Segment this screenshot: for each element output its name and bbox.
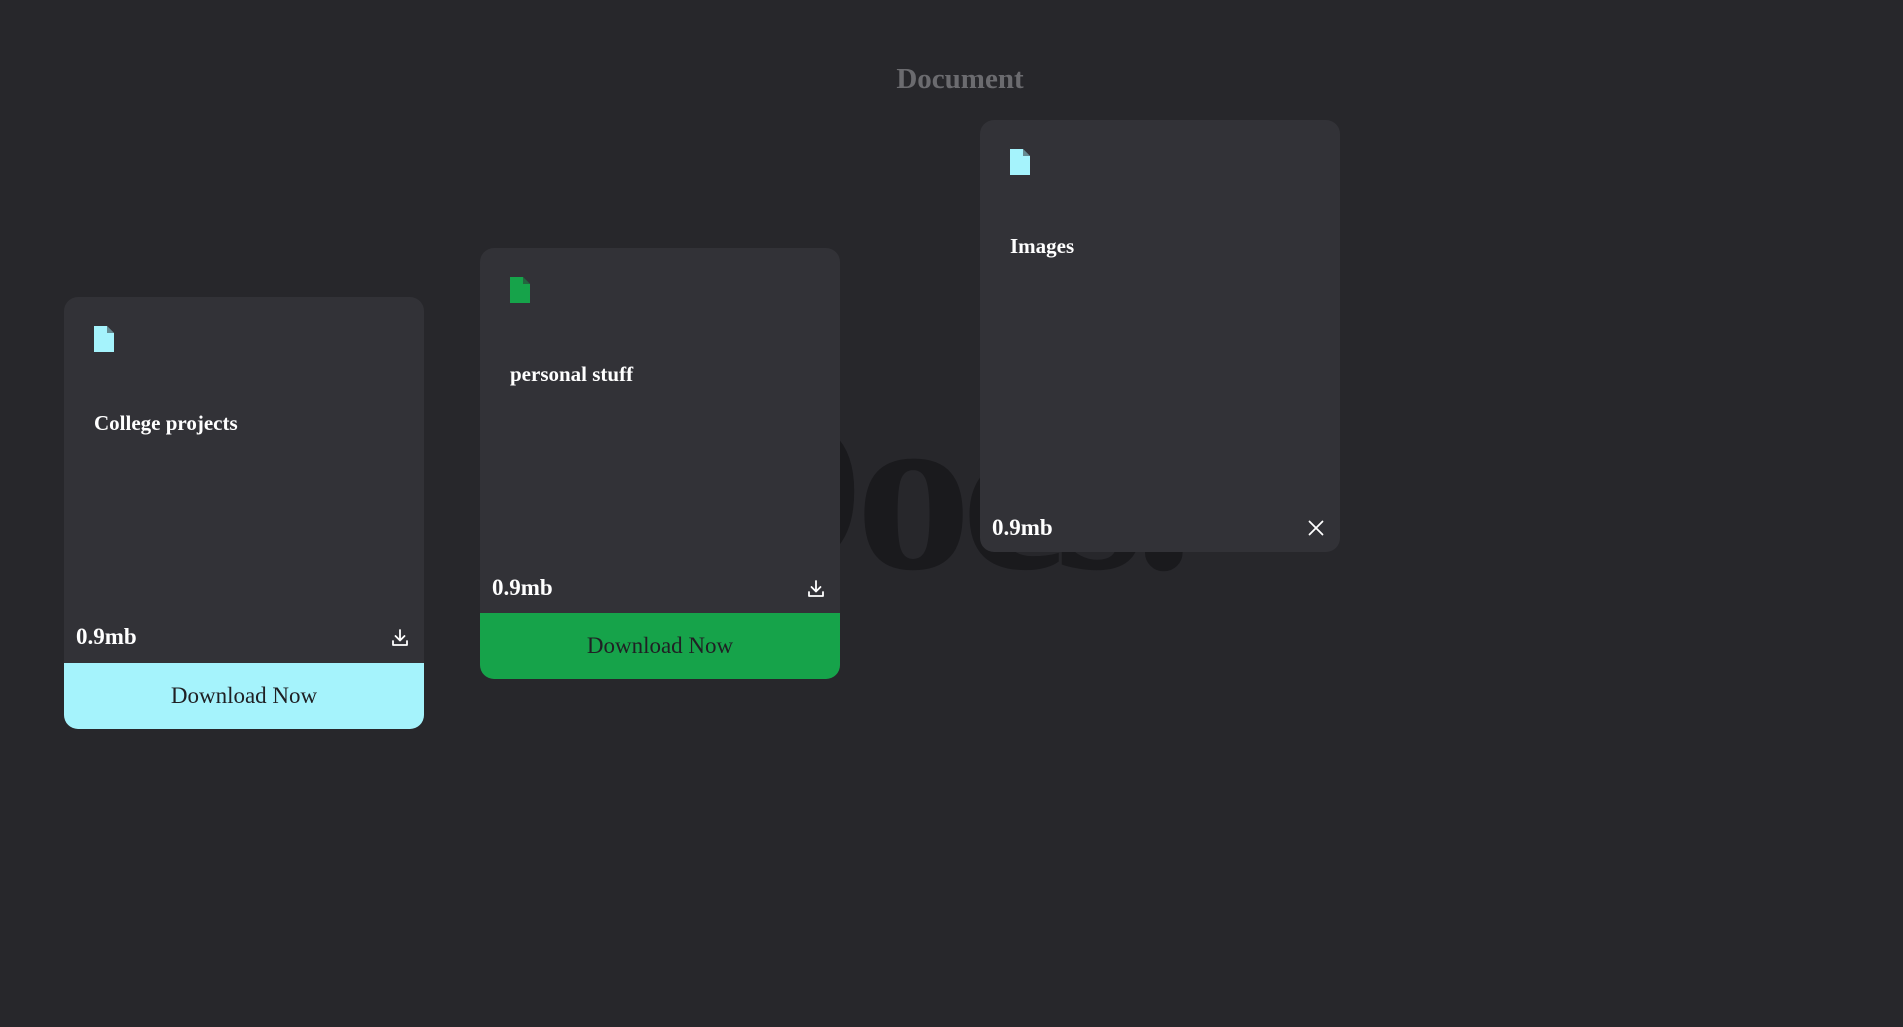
document-card-college-projects[interactable]: College projects 0.9mb Download Now <box>64 297 424 729</box>
download-icon[interactable] <box>806 579 826 599</box>
document-card-images[interactable]: Images 0.9mb <box>980 120 1340 552</box>
close-icon[interactable] <box>1306 518 1326 538</box>
document-card-personal-stuff[interactable]: personal stuff 0.9mb Download Now <box>480 248 840 679</box>
card-title: Images <box>1010 234 1075 258</box>
card-title: College projects <box>94 411 238 435</box>
file-icon <box>1010 149 1030 175</box>
file-icon <box>94 326 114 352</box>
file-size: 0.9mb <box>492 575 553 600</box>
download-now-button[interactable]: Download Now <box>64 663 424 729</box>
file-icon <box>510 277 530 303</box>
download-icon[interactable] <box>390 628 410 648</box>
file-size: 0.9mb <box>76 624 137 649</box>
file-size: 0.9mb <box>992 515 1053 540</box>
card-title: personal stuff <box>510 362 634 386</box>
download-now-button[interactable]: Download Now <box>480 613 840 679</box>
page-title: Document <box>896 63 1024 95</box>
app-stage: Document Docs. College projects 0.9mb Do… <box>0 0 1903 1027</box>
